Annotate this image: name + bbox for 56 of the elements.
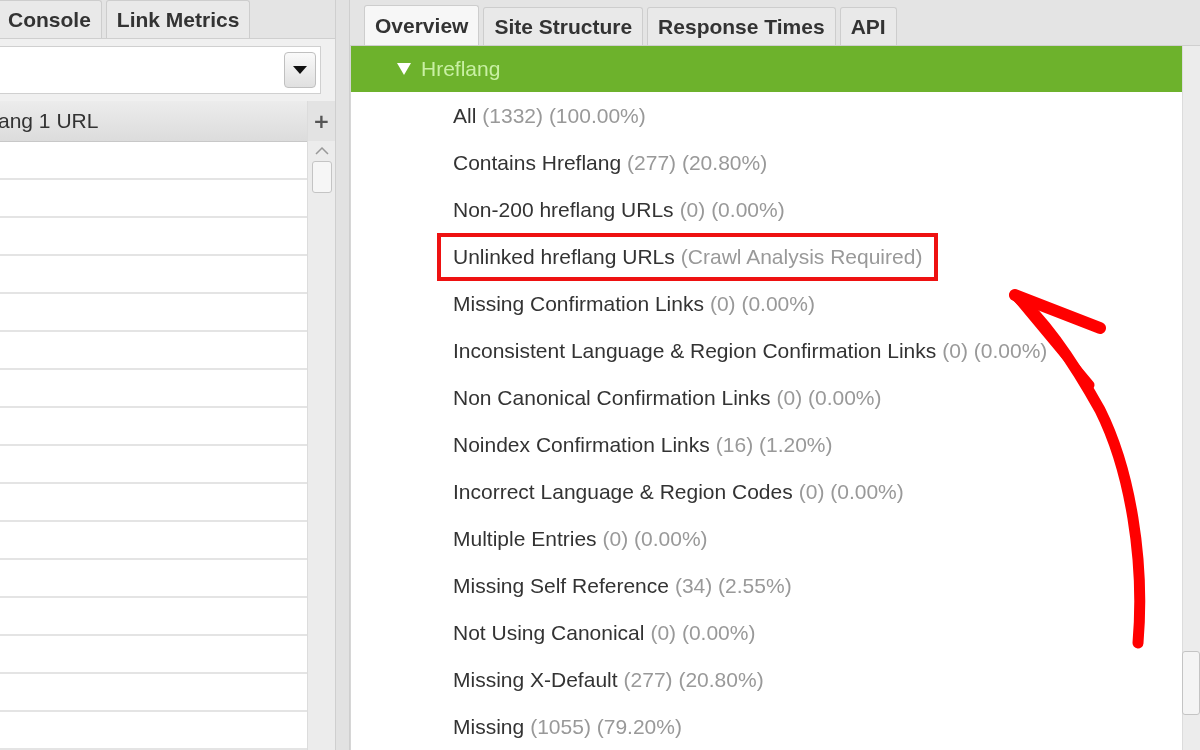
item-stats: (1055) (79.20%) xyxy=(530,714,682,739)
item-label: Missing xyxy=(453,714,525,739)
tree-item[interactable]: Missing Self Reference (34) (2.55%) xyxy=(439,563,806,608)
item-label: All xyxy=(453,103,477,128)
tree-item[interactable]: Not Using Canonical (0) (0.00%) xyxy=(439,610,770,655)
tree-item[interactable]: Missing (1055) (79.20%) xyxy=(439,704,696,749)
item-label: Missing Confirmation Links xyxy=(453,291,704,316)
item-stats: (Crawl Analysis Required) xyxy=(680,244,923,269)
tree-item[interactable]: Contains Hreflang (277) (20.80%) xyxy=(439,140,782,185)
item-stats: (0) (0.00%) xyxy=(709,291,815,316)
item-label: Multiple Entries xyxy=(453,526,597,551)
tree-item[interactable]: Incorrect Language & Region Codes (0) (0.00%) xyxy=(439,469,918,514)
add-column-button[interactable]: + xyxy=(308,101,335,141)
expand-icon xyxy=(397,63,411,75)
item-label: Incorrect Language & Region Codes xyxy=(453,479,793,504)
dropdown-button[interactable] xyxy=(284,52,316,89)
tab[interactable]: Response Times xyxy=(647,7,836,45)
item-label: Non-200 hreflang URLs xyxy=(453,197,674,222)
tree-item[interactable]: Inconsistent Language & Region Confirmation Links (0) (0.00%) xyxy=(439,328,1062,373)
tree-item[interactable]: Multiple Entries (0) (0.00%) xyxy=(439,516,722,561)
scrollbar-thumb[interactable] xyxy=(311,161,332,193)
item-label: Missing X-Default xyxy=(453,667,618,692)
tree-item[interactable]: Missing X-Default (277) (20.80%) xyxy=(439,657,778,702)
scrollbar-thumb[interactable] xyxy=(1182,651,1200,715)
tree-item[interactable]: Noindex Confirmation Links (16) (1.20%) xyxy=(439,422,847,467)
item-stats: (277) (20.80%) xyxy=(623,667,764,692)
item-stats: (277) (20.80%) xyxy=(627,150,768,175)
item-stats: (16) (1.20%) xyxy=(715,432,833,457)
tab[interactable]: API xyxy=(839,7,897,45)
tree-item[interactable]: All (1332) (100.00%) xyxy=(439,93,660,138)
tree-item[interactable]: Non Canonical Confirmation Links (0) (0.00%) xyxy=(439,375,896,420)
tree-item[interactable]: Missing Confirmation Links (0) (0.00%) xyxy=(439,281,829,326)
item-stats: (1332) (100.00%) xyxy=(482,103,646,128)
tab[interactable]: Link Metrics xyxy=(105,0,251,39)
item-stats: (0) (0.00%) xyxy=(942,338,1048,363)
item-label: Not Using Canonical xyxy=(453,620,645,645)
item-label: Missing Self Reference xyxy=(453,573,669,598)
item-stats: (0) (0.00%) xyxy=(776,385,882,410)
tree-item[interactable]: Non-200 hreflang URLs (0) (0.00%) xyxy=(439,187,799,232)
item-stats: (0) (0.00%) xyxy=(650,620,756,645)
item-label: Noindex Confirmation Links xyxy=(453,432,710,457)
scroll-up-icon xyxy=(314,147,329,155)
item-label: Non Canonical Confirmation Links xyxy=(453,385,771,410)
item-stats: (0) (0.00%) xyxy=(679,197,785,222)
item-stats: (0) (0.00%) xyxy=(798,479,904,504)
tab[interactable]: Site Structure xyxy=(483,7,644,45)
pane-splitter[interactable] xyxy=(335,0,350,750)
caret-icon xyxy=(293,66,307,75)
item-label: Contains Hreflang xyxy=(453,150,622,175)
item-label: Unlinked hreflang URLs xyxy=(453,244,675,269)
item-label: Inconsistent Language & Region Confirmation Links xyxy=(453,338,937,363)
tree-item[interactable]: Unlinked hreflang URLs (Crawl Analysis Required) xyxy=(439,234,937,279)
tab[interactable]: Console xyxy=(0,0,102,39)
item-stats: (0) (0.00%) xyxy=(602,526,708,551)
tab[interactable]: Overview xyxy=(364,5,480,45)
item-stats: (34) (2.55%) xyxy=(674,573,792,598)
